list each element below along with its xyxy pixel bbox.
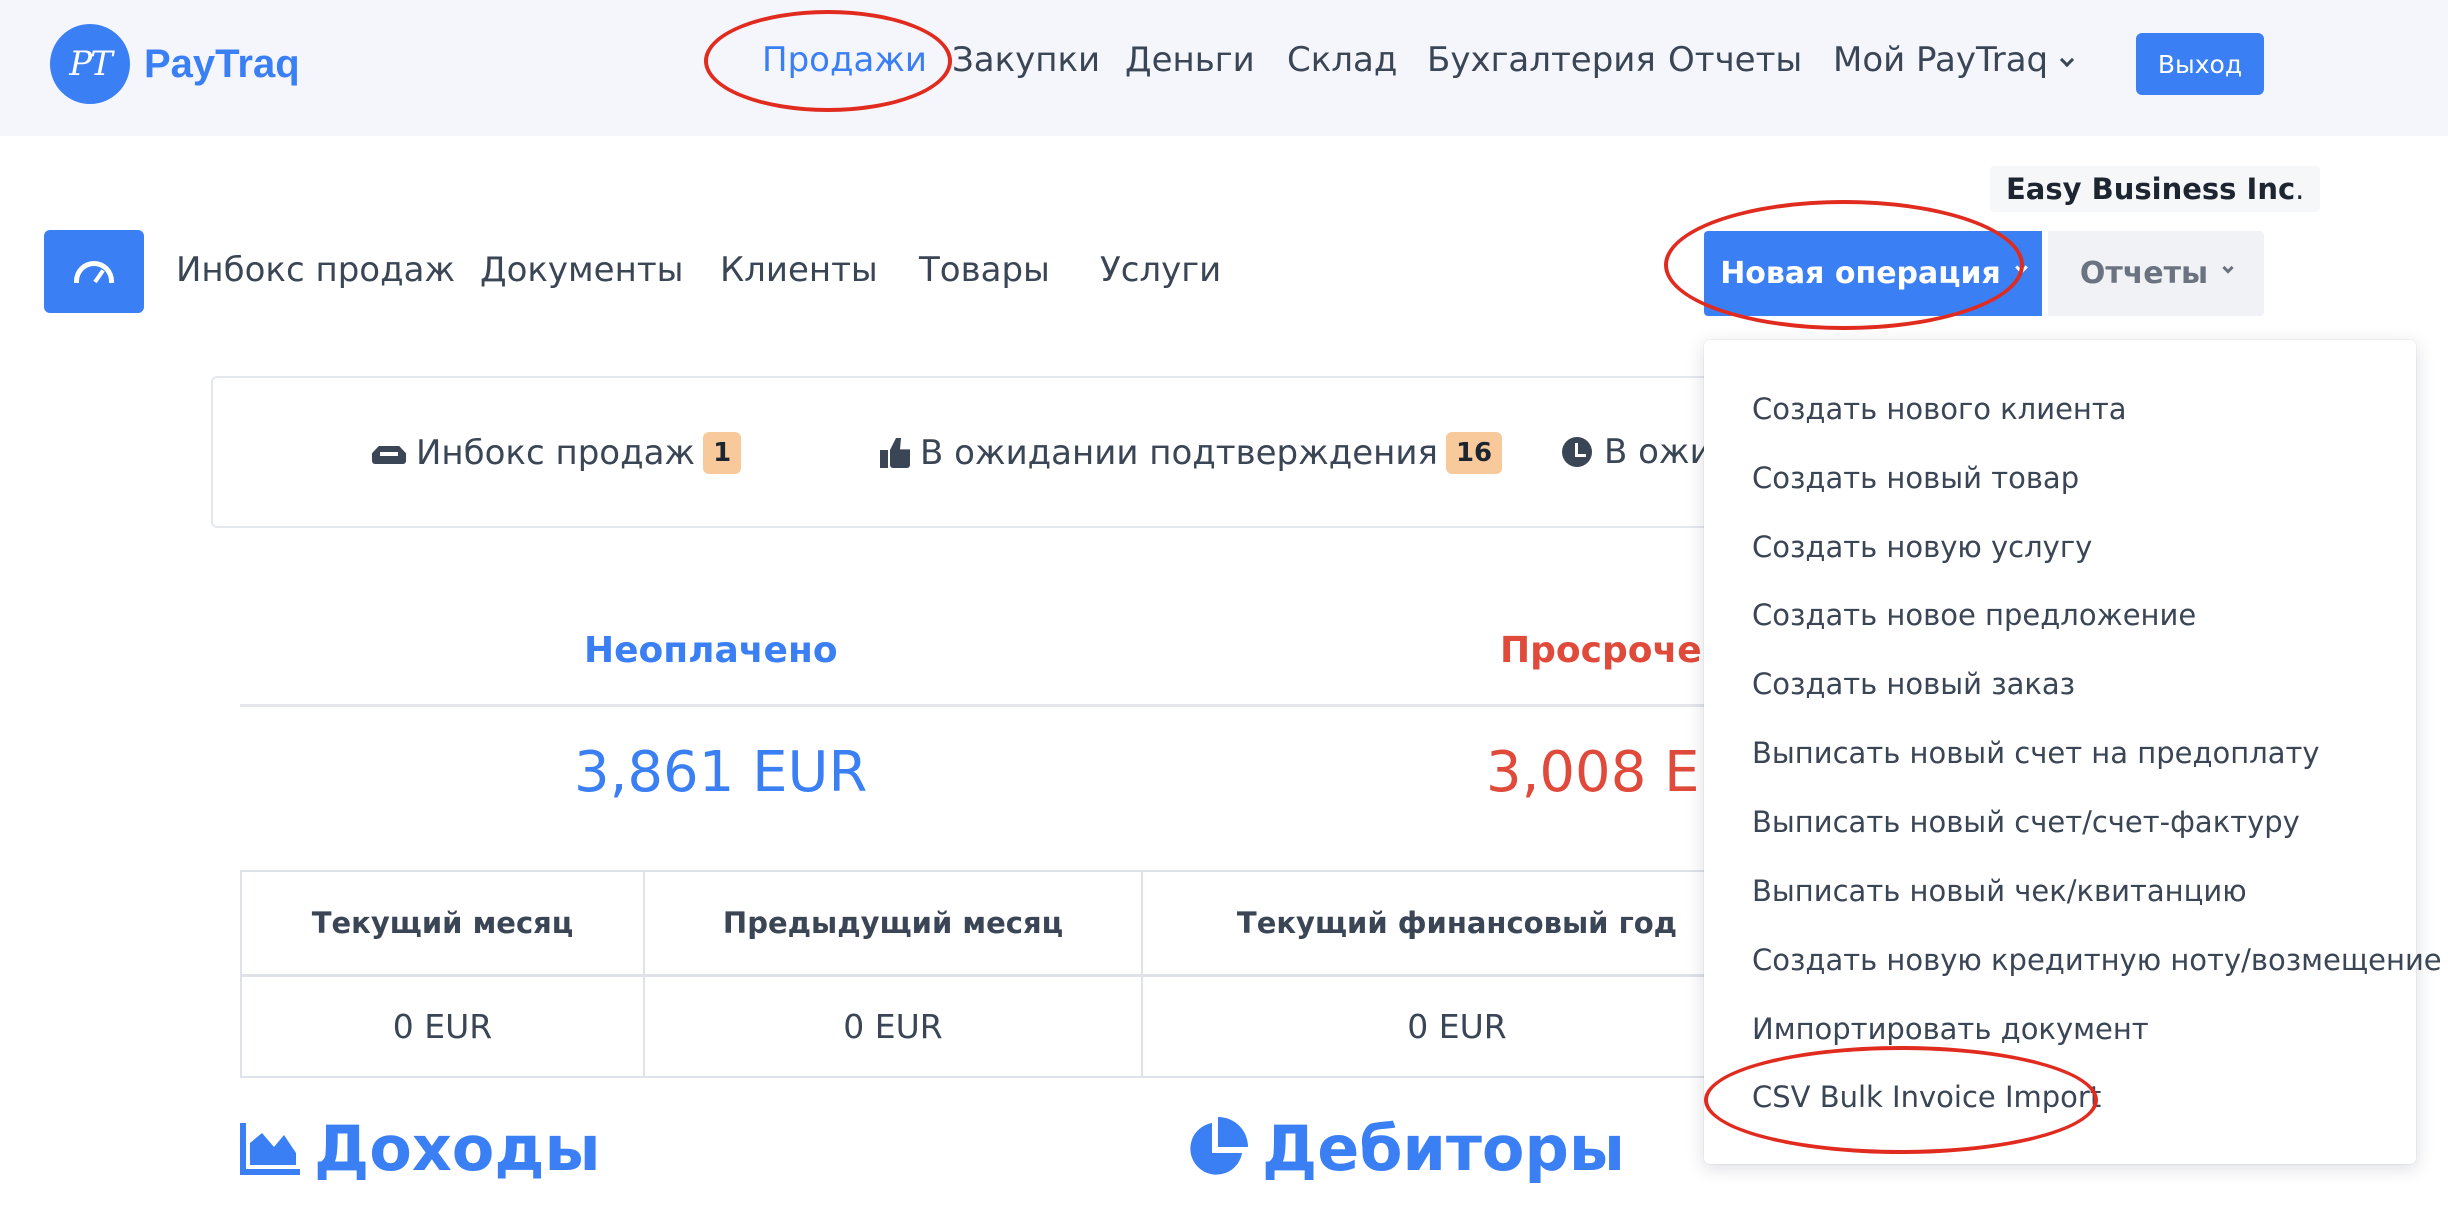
count-badge: 16: [1445, 432, 1503, 474]
logo-text: PayTraq: [144, 41, 300, 86]
top-bar: PT PayTraq Продажи Закупки Деньги Склад …: [0, 0, 2448, 136]
clock-icon: [1562, 437, 1592, 467]
menu-item-credit-note[interactable]: Создать новую кредитную ноту/возмещение: [1752, 943, 2442, 977]
paytraq-logo[interactable]: PT PayTraq: [50, 24, 300, 104]
subnav-sales-inbox[interactable]: Инбокс продаж: [176, 250, 455, 290]
new-operation-label: Новая операция: [1720, 256, 2001, 291]
nav-my-paytraq-label: Мой PayTraq: [1833, 40, 2049, 80]
subnav-clients[interactable]: Клиенты: [720, 250, 878, 290]
reports-label: Отчеты: [2079, 256, 2209, 291]
header-previous-month: Предыдущий месяц: [643, 870, 1143, 977]
pie-chart-icon: [1190, 1116, 1248, 1175]
thumbs-up-icon: [880, 438, 910, 468]
new-operation-dropdown: Создать нового клиента Создать новый тов…: [1704, 340, 2442, 1164]
menu-item-create-service[interactable]: Создать новую услугу: [1752, 530, 2092, 564]
subnav-products[interactable]: Товары: [919, 250, 1050, 290]
header-current-month: Текущий месяц: [240, 870, 645, 977]
menu-item-create-client[interactable]: Создать нового клиента: [1752, 392, 2127, 426]
overdue-amount: 3,008 EU: [1486, 740, 1741, 805]
nav-my-paytraq[interactable]: Мой PayTraq: [1833, 40, 2075, 80]
value-current-month: 0 EUR: [240, 974, 645, 1078]
area-chart-icon: [240, 1122, 300, 1175]
subnav-documents[interactable]: Документы: [480, 250, 683, 290]
menu-item-import-document[interactable]: Импортировать документ: [1752, 1012, 2149, 1046]
summary-divider: [240, 704, 1740, 707]
count-badge: 1: [703, 432, 742, 474]
logo-mark-icon: PT: [50, 24, 130, 104]
nav-purchases[interactable]: Закупки: [952, 40, 1100, 80]
gauge-icon: [74, 260, 114, 283]
menu-item-create-product[interactable]: Создать новый товар: [1752, 461, 2079, 495]
status-awaiting-approval[interactable]: В ожидании подтверждения 16: [880, 432, 1503, 474]
nav-money[interactable]: Деньги: [1125, 40, 1255, 80]
company-name-text: Easy Business Inc: [2006, 172, 2296, 206]
menu-item-prepayment-invoice[interactable]: Выписать новый счет на предоплату: [1752, 736, 2320, 770]
subnav-services[interactable]: Услуги: [1100, 250, 1221, 290]
menu-item-receipt[interactable]: Выписать новый чек/квитанцию: [1752, 874, 2247, 908]
table-row: 0 EUR 0 EUR 0 EUR: [240, 974, 1773, 1078]
menu-item-invoice[interactable]: Выписать новый счет/счет-фактуру: [1752, 805, 2300, 839]
value-previous-month: 0 EUR: [643, 974, 1143, 1078]
nav-accounting[interactable]: Бухгалтерия: [1427, 40, 1656, 80]
menu-item-create-quote[interactable]: Создать новое предложение: [1752, 598, 2196, 632]
income-heading-text: Доходы: [314, 1112, 601, 1185]
chevron-down-icon: [2222, 261, 2234, 274]
dashboard-button[interactable]: [44, 230, 144, 313]
company-name-dot: .: [2295, 172, 2305, 206]
status-sales-inbox[interactable]: Инбокс продаж 1: [372, 432, 742, 474]
income-heading: Доходы: [240, 1112, 601, 1185]
header-current-fiscal-year: Текущий финансовый год: [1141, 870, 1773, 977]
status-awaiting-approval-label: В ожидании подтверждения: [920, 433, 1438, 473]
reports-dropdown-button[interactable]: Отчеты: [2048, 231, 2264, 316]
menu-item-create-order[interactable]: Создать новый заказ: [1752, 667, 2075, 701]
table-header-row: Текущий месяц Предыдущий месяц Текущий ф…: [240, 870, 1773, 977]
nav-reports[interactable]: Отчеты: [1668, 40, 1802, 80]
unpaid-title[interactable]: Неоплачено: [584, 630, 838, 671]
status-sales-inbox-label: Инбокс продаж: [416, 433, 696, 473]
inbox-icon: [372, 440, 406, 466]
unpaid-amount: 3,861 EUR: [574, 740, 868, 805]
menu-item-csv-bulk-import[interactable]: CSV Bulk Invoice Import: [1752, 1080, 2101, 1114]
nav-sales[interactable]: Продажи: [762, 40, 927, 80]
debtors-heading: Дебиторы: [1184, 1112, 1625, 1185]
value-current-fiscal-year: 0 EUR: [1141, 974, 1773, 1078]
logout-button[interactable]: Выход: [2136, 33, 2264, 95]
chevron-down-icon: [2060, 52, 2075, 68]
new-operation-button[interactable]: Новая операция: [1704, 231, 2042, 316]
debtors-heading-text: Дебиторы: [1262, 1112, 1625, 1185]
nav-warehouse[interactable]: Склад: [1287, 40, 1397, 80]
chevron-down-icon: [2014, 261, 2028, 274]
period-summary-table: Текущий месяц Предыдущий месяц Текущий ф…: [240, 870, 1773, 1078]
company-name[interactable]: Easy Business Inc.: [1990, 166, 2321, 212]
